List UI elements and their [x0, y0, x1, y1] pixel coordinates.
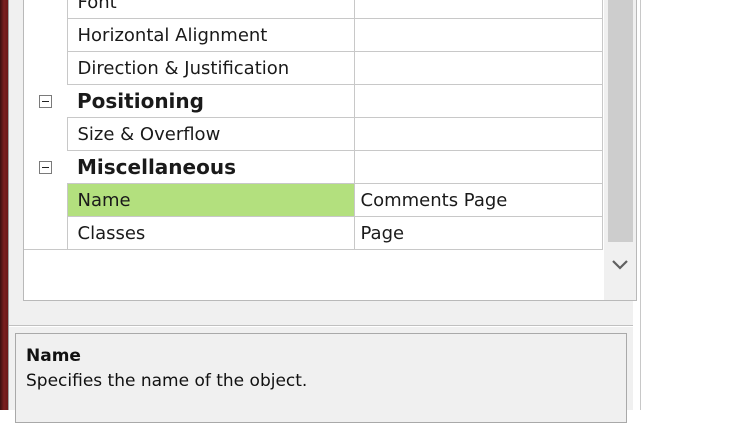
description-text: Specifies the name of the object. [26, 371, 308, 391]
category-name[interactable]: Miscellaneous [67, 150, 355, 184]
row-gutter [24, 216, 67, 250]
chevron-down-icon [612, 260, 628, 270]
collapse-toggle-positioning[interactable] [24, 84, 67, 118]
row-gutter [24, 18, 67, 52]
property-value[interactable] [354, 0, 603, 19]
property-name[interactable]: Name [66, 183, 355, 217]
row-gutter [24, 51, 67, 85]
panel-separator[interactable] [9, 325, 633, 327]
category-row-positioning[interactable]: Positioning [24, 84, 603, 118]
minus-box-icon[interactable] [39, 161, 52, 174]
row-gutter [24, 183, 67, 217]
collapse-toggle-miscellaneous[interactable] [24, 150, 67, 184]
property-name[interactable]: Classes [66, 216, 355, 250]
right-divider [640, 0, 641, 410]
property-grid: Font Horizontal Alignment Direction & Ju… [23, 0, 637, 301]
category-name[interactable]: Positioning [67, 84, 355, 118]
property-row-name[interactable]: Name Comments Page [24, 183, 603, 217]
property-value-input[interactable]: Comments Page [354, 183, 603, 217]
scroll-down-button[interactable] [604, 249, 636, 281]
description-title: Name [26, 346, 81, 366]
property-row-direction-justification[interactable]: Direction & Justification [24, 51, 603, 85]
category-row-miscellaneous[interactable]: Miscellaneous [24, 150, 603, 184]
property-value[interactable] [354, 117, 603, 151]
properties-panel: Font Horizontal Alignment Direction & Ju… [8, 0, 637, 423]
row-gutter [24, 117, 67, 151]
property-value[interactable] [354, 51, 603, 85]
property-row-size-overflow[interactable]: Size & Overflow [24, 117, 603, 151]
row-gutter [24, 0, 67, 19]
property-row-font[interactable]: Font [24, 0, 603, 19]
property-table: Font Horizontal Alignment Direction & Ju… [24, 0, 603, 250]
property-name[interactable]: Direction & Justification [66, 51, 355, 85]
category-value [354, 150, 603, 184]
property-row-classes[interactable]: Classes Page [24, 216, 603, 250]
property-name[interactable]: Size & Overflow [66, 117, 355, 151]
property-value[interactable] [354, 18, 603, 52]
scrollbar-thumb[interactable] [608, 0, 633, 242]
property-name[interactable]: Horizontal Alignment [66, 18, 355, 52]
property-name[interactable]: Font [66, 0, 355, 19]
property-value[interactable]: Page [354, 216, 603, 250]
window-edge [0, 0, 8, 410]
vertical-scrollbar[interactable] [604, 0, 636, 300]
minus-box-icon[interactable] [39, 95, 52, 108]
property-row-horizontal-alignment[interactable]: Horizontal Alignment [24, 18, 603, 52]
category-value [354, 84, 603, 118]
